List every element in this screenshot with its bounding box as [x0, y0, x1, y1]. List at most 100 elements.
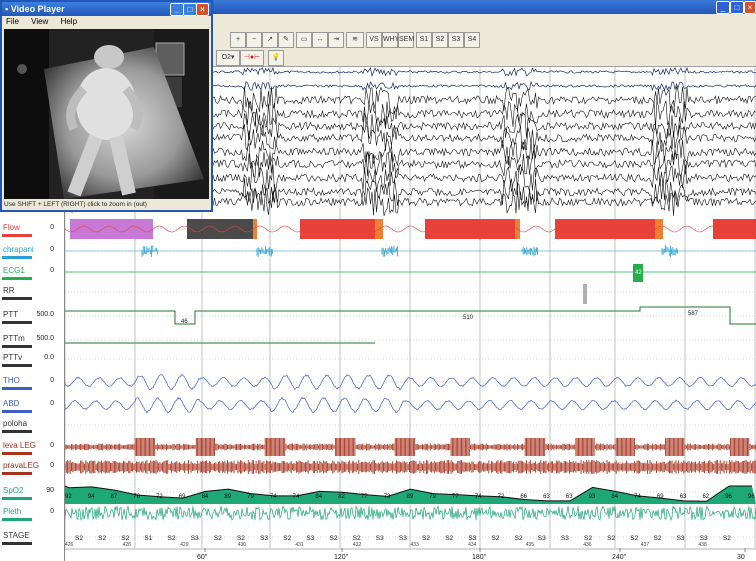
btn-s4[interactable]: S4: [464, 32, 480, 48]
video-player-titlebar[interactable]: ▪ Video Player _ □ ×: [2, 2, 211, 16]
channel-color-swatch: [2, 321, 32, 324]
spo2-value-label: 72: [498, 494, 505, 500]
flow-event: [300, 219, 375, 239]
spo2-value-label: 63: [680, 494, 687, 500]
channel-label[interactable]: THO: [3, 376, 20, 385]
video-menu-view[interactable]: View: [31, 17, 48, 26]
time-tick-label: 240": [612, 554, 627, 561]
marker-tool-button[interactable]: ⊣●⊢: [240, 50, 264, 66]
spo2-value-label: 74: [270, 494, 277, 500]
stage-label: S2: [491, 535, 499, 542]
move-tool-button[interactable]: ↔: [312, 32, 328, 48]
stage-label: S2: [422, 535, 430, 542]
channel-label[interactable]: ABD: [3, 399, 19, 408]
zoom-out-button[interactable]: −: [246, 32, 262, 48]
channel-color-swatch: [2, 472, 32, 475]
spo2-value-label: 92: [65, 494, 72, 500]
record-tool-button[interactable]: ≋: [346, 32, 364, 48]
time-axis: 60" 120" 180" 240" 30: [65, 548, 756, 561]
select-tool-button[interactable]: ↗: [262, 32, 278, 48]
video-status-bar: Use SHIFT + LEFT (RIGHT) click to zoom i…: [2, 199, 211, 210]
ptt-value-label: 46: [181, 319, 188, 325]
rr-marker: [583, 284, 587, 304]
ptt-value-label: 587: [688, 311, 699, 317]
channel-scale-value: 500.0: [36, 335, 54, 342]
maximize-button[interactable]: □: [730, 1, 744, 14]
channel-color-swatch: [2, 364, 32, 367]
flow-event: [713, 219, 756, 239]
channel-scale-value: 0: [50, 508, 54, 515]
video-menu-help[interactable]: Help: [61, 17, 77, 26]
stage-label: S2: [515, 535, 523, 542]
box-tool-button[interactable]: ▭: [296, 32, 312, 48]
stage-label: S2: [98, 535, 106, 542]
spo2-value-label: 93: [589, 494, 596, 500]
video-camera-icon: ▪: [5, 4, 9, 14]
channel-label[interactable]: STAGE: [3, 531, 30, 540]
spo2-value-label: 62: [702, 494, 709, 500]
channel-color-swatch: [2, 345, 32, 348]
spo2-value-label: 74: [634, 494, 641, 500]
spo2-value-label: 87: [111, 494, 118, 500]
lightbulb-icon[interactable]: 💡: [268, 50, 284, 66]
video-player-window[interactable]: ▪ Video Player _ □ × File View Help Use …: [0, 0, 213, 212]
video-close-button[interactable]: ×: [196, 3, 209, 16]
spo2-value-label: 96: [748, 494, 755, 500]
btn-s1[interactable]: S1: [416, 32, 432, 48]
channel-color-swatch: [2, 387, 32, 390]
spo2-value-label: 84: [315, 494, 322, 500]
cursor-tool-button[interactable]: ✎: [278, 32, 294, 48]
time-tick-label: 60": [197, 554, 208, 561]
channel-color-swatch: [2, 410, 32, 413]
channel-label-column: Flow 0 chrapani 0 ECG1 0 RR PTT 500.0 PTTm 500.0 PT…: [0, 200, 65, 561]
spo2-value-label: 94: [88, 494, 95, 500]
stage-label: S2: [121, 535, 129, 542]
spo2-value-label: 82: [338, 494, 345, 500]
spo2-value-label: 76: [133, 494, 140, 500]
spo2-value-label: 84: [202, 494, 209, 500]
channel-scale-value: 0: [50, 246, 54, 253]
channel-label[interactable]: poloha: [3, 419, 27, 428]
btn-vs[interactable]: VS: [366, 32, 382, 48]
stage-label: S2: [723, 535, 731, 542]
zoom-in-button[interactable]: +: [230, 32, 246, 48]
spo2-value-label: 77: [361, 494, 368, 500]
video-maximize-button[interactable]: □: [183, 3, 197, 16]
video-frame[interactable]: [4, 29, 209, 199]
spo2-value-label: 79: [247, 494, 254, 500]
channel-label[interactable]: RR: [3, 286, 15, 295]
ecg-marker-label: 42: [635, 270, 642, 276]
channel-label[interactable]: PTT: [3, 310, 18, 319]
stage-label: S3: [700, 535, 708, 542]
minimize-button[interactable]: _: [716, 1, 730, 14]
ptt-value-label: 510: [463, 315, 474, 321]
o2-dropdown[interactable]: O2▾: [216, 50, 240, 66]
video-menu-file[interactable]: File: [6, 17, 19, 26]
time-tick-label: 30: [737, 554, 745, 561]
close-button[interactable]: ×: [744, 1, 756, 14]
spo2-value-label: 73: [384, 494, 391, 500]
channel-label[interactable]: SpO2: [3, 486, 23, 495]
patient-video-image: [4, 29, 209, 199]
video-minimize-button[interactable]: _: [170, 3, 184, 16]
btn-sem[interactable]: SEM: [398, 32, 414, 48]
channel-label[interactable]: PTTv: [3, 353, 22, 362]
stage-label: S2: [584, 535, 592, 542]
channel-scale-value: 0: [50, 442, 54, 449]
channel-color-swatch: [2, 277, 32, 280]
btn-s2[interactable]: S2: [432, 32, 448, 48]
expand-tool-button[interactable]: ⇥: [328, 32, 344, 48]
channel-label[interactable]: PTTm: [3, 334, 25, 343]
stage-label: S2: [214, 535, 222, 542]
stage-label: S3: [306, 535, 314, 542]
channel-label[interactable]: Pleth: [3, 507, 21, 516]
spo2-value-label: 74: [475, 494, 482, 500]
channel-label[interactable]: Flow: [3, 223, 20, 232]
btn-s3[interactable]: S3: [448, 32, 464, 48]
btn-why[interactable]: WHY: [382, 32, 399, 48]
spo2-value-label: 89: [407, 494, 414, 500]
stage-label: S3: [468, 535, 476, 542]
channel-label[interactable]: ECG1: [3, 266, 25, 275]
stage-label: S2: [607, 535, 615, 542]
channel-scale-value: 90: [46, 487, 54, 494]
